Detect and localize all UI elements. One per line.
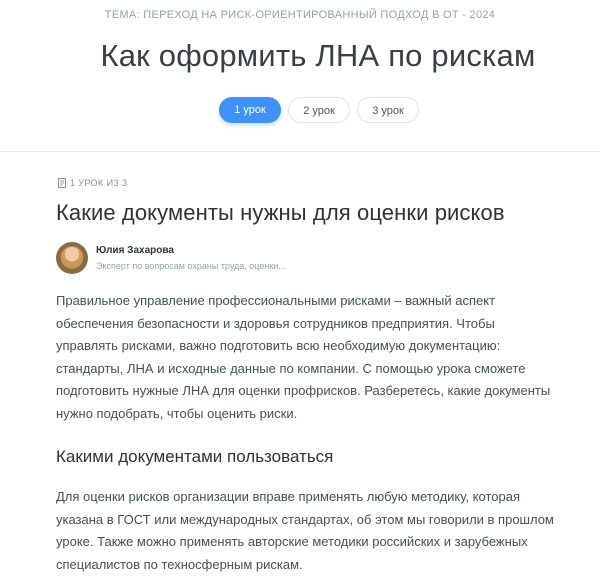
section-paragraph: Для оценки рисков организации вправе при… xyxy=(56,486,596,576)
lesson-counter-label: 1 урок из 3 xyxy=(70,178,128,188)
lesson-counter: 1 урок из 3 xyxy=(58,178,128,188)
author-role: Эксперт по вопросам охраны труда, оценки… xyxy=(96,261,286,271)
section-line: уроке. Также можно применять авторские м… xyxy=(56,534,528,550)
lesson-page: Тема: Переход на риск-ориентированный по… xyxy=(0,0,600,579)
intro-line: подготовить нужные ЛНА для оценки профри… xyxy=(56,383,551,399)
intro-line: обеспечения безопасности и здоровья сотр… xyxy=(56,315,495,331)
section-line: специалистов по техносферным рискам. xyxy=(56,556,303,572)
section-line: Для оценки рисков организации вправе при… xyxy=(56,489,521,504)
tab-lesson-2[interactable]: 2 урок xyxy=(288,97,350,123)
section-title: Какими документами пользоваться xyxy=(56,447,334,466)
intro-line: управлять рисками, важно подготовить всю… xyxy=(56,338,501,354)
intro-line: стандарты, ЛНА и исходные данные по комп… xyxy=(56,360,526,376)
lesson-title: Какие документы нужны для оценки рисков xyxy=(56,200,505,225)
section-line: указана в ГОСТ или международных стандар… xyxy=(56,511,554,527)
tab-lesson-3[interactable]: 3 урок xyxy=(357,97,419,123)
intro-paragraph: Правильное управление профессиональными … xyxy=(56,290,596,426)
tab-lesson-1[interactable]: 1 урок xyxy=(219,97,281,123)
lesson-tabs: 1 урок 2 урок 3 урок xyxy=(0,97,600,123)
author-name[interactable]: Юлия Захарова xyxy=(96,245,174,256)
document-icon xyxy=(58,178,66,188)
avatar xyxy=(56,242,88,274)
header-divider xyxy=(0,151,600,152)
intro-line: нужно подобрать, чтобы оценить риски. xyxy=(56,405,298,421)
course-title: Как оформить ЛНА по рискам xyxy=(100,38,536,73)
intro-line: Правильное управление профессиональными … xyxy=(56,293,496,308)
course-topic: Тема: Переход на риск-ориентированный по… xyxy=(104,9,496,21)
author-block: Юлия Захарова Эксперт по вопросам охраны… xyxy=(56,242,356,276)
